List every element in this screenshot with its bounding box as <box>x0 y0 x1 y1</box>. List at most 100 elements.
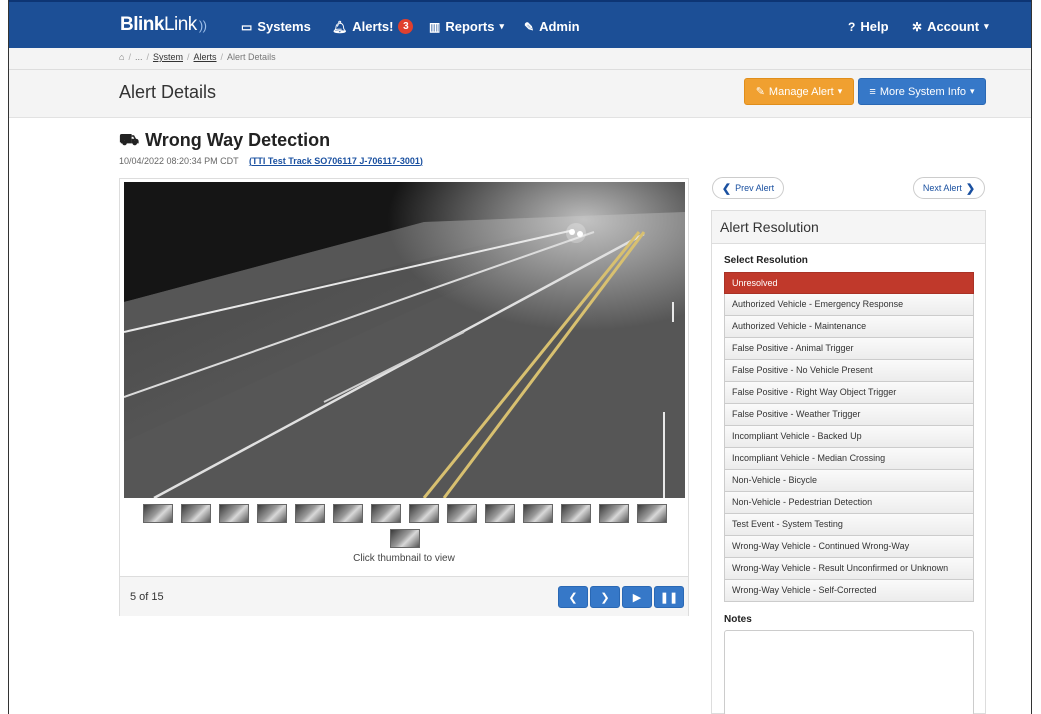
breadcrumb-current: Alert Details <box>227 52 276 62</box>
camera-image[interactable] <box>124 182 685 498</box>
pause-button[interactable]: ❚❚ <box>654 586 684 608</box>
thumbnail[interactable] <box>561 504 591 523</box>
previous-image-button[interactable]: ❮ <box>558 586 588 608</box>
resolution-option[interactable]: Authorized Vehicle - Maintenance <box>724 316 974 338</box>
breadcrumb-bar: ⌂ / ... / System / Alerts / Alert Detail… <box>9 48 1031 70</box>
breadcrumb-separator: / <box>187 52 190 62</box>
resolution-option[interactable]: Wrong-Way Vehicle - Result Unconfirmed o… <box>724 558 974 580</box>
thumbnail[interactable] <box>485 504 515 523</box>
nav-help-label: Help <box>860 19 889 34</box>
nav-systems-label: Systems <box>257 19 311 34</box>
resolution-option[interactable]: False Positive - Weather Trigger <box>724 404 974 426</box>
thumbnail[interactable] <box>599 504 629 523</box>
resolution-option[interactable]: Incompliant Vehicle - Backed Up <box>724 426 974 448</box>
breadcrumb-separator: / <box>128 52 131 62</box>
caret-down-icon: ▾ <box>984 21 989 31</box>
image-counter: 5 of 15 <box>130 591 164 603</box>
hdd-icon: ▭ <box>241 19 253 34</box>
resolution-option[interactable]: Unresolved <box>724 272 974 294</box>
thumbnail[interactable] <box>390 529 420 548</box>
alert-title: ⛟ Wrong Way Detection <box>119 130 330 151</box>
signal-waves-icon: )) <box>198 18 207 33</box>
manage-alert-button[interactable]: ✎ Manage Alert ▾ <box>744 78 854 105</box>
play-button[interactable]: ▶ <box>622 586 652 608</box>
thumbnail[interactable] <box>447 504 477 523</box>
thumbnail[interactable] <box>409 504 439 523</box>
caret-down-icon: ▾ <box>970 86 975 96</box>
resolution-option[interactable]: Non-Vehicle - Bicycle <box>724 470 974 492</box>
chevron-left-icon: ❮ <box>568 591 578 604</box>
thumbnail[interactable] <box>523 504 553 523</box>
resolution-option[interactable]: Wrong-Way Vehicle - Continued Wrong-Way <box>724 536 974 558</box>
resolution-option[interactable]: Incompliant Vehicle - Median Crossing <box>724 448 974 470</box>
alert-resolution-panel: Alert Resolution Select Resolution Unres… <box>711 210 986 714</box>
thumbnail[interactable] <box>295 504 325 523</box>
thumbnail[interactable] <box>371 504 401 523</box>
system-link-text: TTI Test Track SO706117 J-706117-3001 <box>251 156 420 166</box>
breadcrumb-ellipsis[interactable]: ... <box>135 52 143 62</box>
alert-title-text: Wrong Way Detection <box>145 130 331 150</box>
road-scene-image <box>124 182 685 498</box>
app-frame: BlinkLink)) ▭ Systems 🔔︎ Alerts! 3 ▥ Rep… <box>8 0 1032 714</box>
alerts-count-badge: 3 <box>398 19 414 34</box>
next-alert-button[interactable]: Next Alert ❯ <box>913 177 985 199</box>
thumbnail[interactable] <box>181 504 211 523</box>
resolution-option[interactable]: False Positive - No Vehicle Present <box>724 360 974 382</box>
resolution-option[interactable]: False Positive - Right Way Object Trigge… <box>724 382 974 404</box>
image-viewer-panel: Click thumbnail to view 5 of 15 ❮ ❯ ▶ ❚❚ <box>119 178 689 616</box>
system-link[interactable]: (TTI Test Track SO706117 J-706117-3001) <box>249 156 423 166</box>
thumbnail[interactable] <box>219 504 249 523</box>
play-icon: ▶ <box>632 591 642 604</box>
prev-alert-button[interactable]: ❮ Prev Alert <box>712 177 784 199</box>
next-alert-label: Next Alert <box>922 183 962 193</box>
nav-alerts[interactable]: 🔔︎ Alerts! 3 <box>332 19 414 34</box>
notes-textarea[interactable] <box>724 630 974 714</box>
next-image-button[interactable]: ❯ <box>590 586 620 608</box>
nav-admin-label: Admin <box>539 19 580 34</box>
nav-reports[interactable]: ▥ Reports ▾ <box>429 19 504 34</box>
thumbnail[interactable] <box>143 504 173 523</box>
resolution-panel-header: Alert Resolution <box>712 211 985 244</box>
bell-icon: 🔔︎ <box>332 19 348 34</box>
thumbnail-caption: Click thumbnail to view <box>353 553 455 564</box>
select-resolution-label: Select Resolution <box>724 255 808 266</box>
more-system-info-button[interactable]: ≡ More System Info ▾ <box>858 78 986 105</box>
question-circle-icon: ? <box>848 19 856 34</box>
nav-admin[interactable]: ✎ Admin <box>524 19 580 34</box>
nav-systems[interactable]: ▭ Systems <box>241 19 311 34</box>
breadcrumb-alerts-link[interactable]: Alerts <box>194 52 217 62</box>
brand-logo[interactable]: BlinkLink)) <box>120 14 207 36</box>
prev-alert-label: Prev Alert <box>735 183 775 193</box>
more-system-info-label: More System Info <box>879 85 967 98</box>
thumbnail[interactable] <box>333 504 363 523</box>
thumbnail[interactable] <box>257 504 287 523</box>
resolution-option[interactable]: Wrong-Way Vehicle - Self-Corrected <box>724 580 974 602</box>
breadcrumb: ⌂ / ... / System / Alerts / Alert Detail… <box>119 52 276 62</box>
alert-timestamp: 10/04/2022 08:20:34 PM CDT <box>119 156 239 166</box>
resolution-option[interactable]: Test Event - System Testing <box>724 514 974 536</box>
viewer-footer: 5 of 15 ❮ ❯ ▶ ❚❚ <box>120 576 688 616</box>
caret-down-icon: ▾ <box>837 86 843 96</box>
menu-icon: ≡ <box>869 85 876 98</box>
breadcrumb-separator: / <box>220 52 224 62</box>
resolution-option[interactable]: Non-Vehicle - Pedestrian Detection <box>724 492 974 514</box>
chevron-right-icon: ❯ <box>600 591 610 604</box>
nav-help[interactable]: ? Help <box>848 19 889 34</box>
manage-alert-label: Manage Alert <box>768 85 834 98</box>
nav-account[interactable]: ✲ Account ▾ <box>912 19 989 34</box>
gear-icon: ✲ <box>912 19 923 34</box>
resolution-option[interactable]: Authorized Vehicle - Emergency Response <box>724 294 974 316</box>
caret-down-icon: ▾ <box>499 21 504 31</box>
page-header: Alert Details ✎ Manage Alert ▾ ≡ More Sy… <box>9 70 1031 118</box>
nav-alerts-label: Alerts! <box>352 19 394 34</box>
chevron-left-icon: ❮ <box>721 182 732 195</box>
resolution-list: Unresolved Authorized Vehicle - Emergency… <box>724 272 974 602</box>
thumbnail[interactable] <box>637 504 667 523</box>
thumbnail-strip <box>140 504 670 548</box>
bar-chart-icon: ▥ <box>429 19 441 34</box>
resolution-option[interactable]: False Positive - Animal Trigger <box>724 338 974 360</box>
link-paren-close: ) <box>419 156 423 166</box>
breadcrumb-system-link[interactable]: System <box>153 52 183 62</box>
pause-icon: ❚❚ <box>659 591 679 604</box>
home-icon[interactable]: ⌂ <box>119 52 124 62</box>
